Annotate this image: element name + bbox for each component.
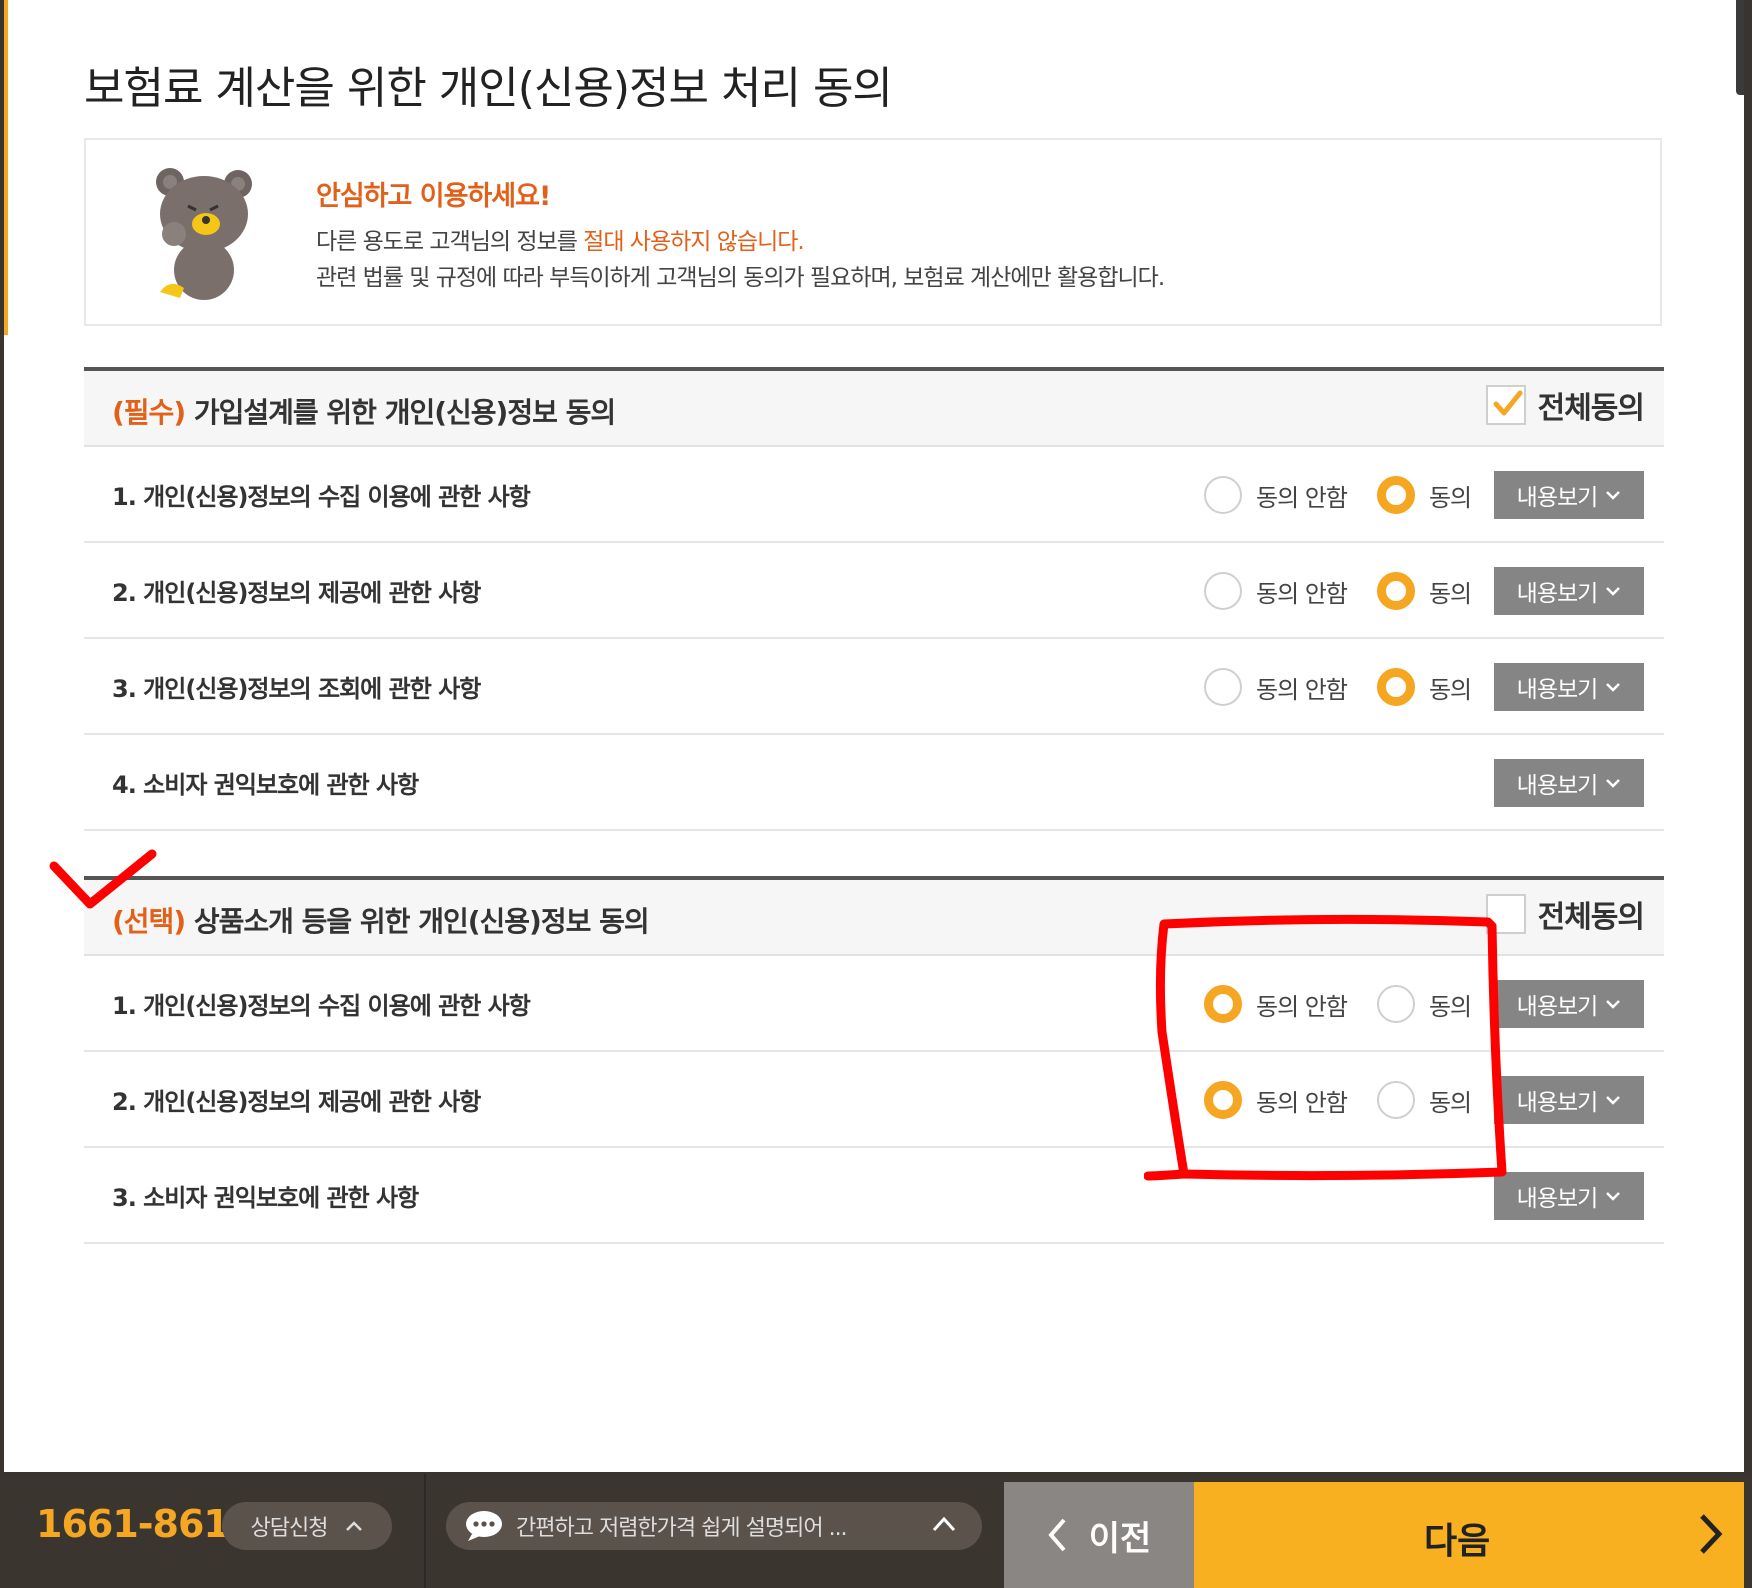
check-icon xyxy=(1493,390,1523,416)
section-title: (선택) 상품소개 등을 위한 개인(신용)정보 동의 xyxy=(112,900,650,940)
chevron-down-icon xyxy=(1606,491,1621,500)
annotation-checkmark xyxy=(49,849,157,909)
prev-button[interactable]: 이전 xyxy=(1004,1482,1194,1588)
disagree-radio[interactable]: 동의 안함 xyxy=(1204,668,1348,706)
disagree-radio[interactable]: 동의 안함 xyxy=(1204,476,1348,514)
chevron-right-icon xyxy=(1700,1514,1723,1554)
bottom-action-bar: 1661-8614 상담신청 간편하고 저렴한가격 쉽게 설명되어 ... 이전… xyxy=(0,1474,1752,1588)
page-title: 보험료 계산을 위한 개인(신용)정보 처리 동의 xyxy=(84,63,893,114)
notice-line2: 관련 법률 및 규정에 따라 부득이하게 고객님의 동의가 필요하며, 보험료 … xyxy=(316,265,1165,291)
agree-radio[interactable]: 동의 xyxy=(1376,572,1472,610)
bar-divider xyxy=(424,1474,426,1588)
consult-label: 상담신청 xyxy=(250,1516,329,1541)
view-label: 내용보기 xyxy=(1516,677,1599,703)
consent-row-label: 1. 개인(신용)정보의 수집 이용에 관한 사항 xyxy=(112,992,531,1020)
view-label: 내용보기 xyxy=(1516,485,1599,511)
notice-highlight: 절대 사용하지 않습니다. xyxy=(583,229,805,255)
chevron-up-icon xyxy=(932,1516,956,1532)
chevron-down-icon xyxy=(1606,779,1621,788)
agree-radio[interactable]: 동의 xyxy=(1376,476,1472,514)
left-accent-stripe xyxy=(4,0,8,335)
all-agree-label: 전체동의 xyxy=(1537,391,1645,426)
chevron-up-icon xyxy=(346,1521,363,1531)
chevron-down-icon xyxy=(1606,1192,1621,1201)
chevron-down-icon xyxy=(1606,683,1621,692)
consent-row-label: 4. 소비자 권익보호에 관한 사항 xyxy=(112,771,419,799)
agree-label: 동의 xyxy=(1428,579,1472,608)
view-label: 내용보기 xyxy=(1516,1186,1599,1212)
notice-heading: 안심하고 이용하세요! xyxy=(316,181,551,212)
chat-text: 간편하고 저렴한가격 쉽게 설명되어 ... xyxy=(516,1516,848,1541)
radio-circle-off[interactable] xyxy=(1204,572,1242,610)
consent-radio-group: 동의 안함 동의 xyxy=(1204,473,1472,517)
view-content-button[interactable]: 내용보기 xyxy=(1494,663,1644,711)
prev-label: 이전 xyxy=(1088,1518,1152,1559)
consult-request-button[interactable]: 상담신청 xyxy=(222,1502,392,1550)
section-title-text: 상품소개 등을 위한 개인(신용)정보 동의 xyxy=(185,905,650,938)
agree-label: 동의 xyxy=(1428,675,1472,704)
consent-page: 보험료 계산을 위한 개인(신용)정보 처리 동의 안심하고 이용하세요! 다른… xyxy=(4,0,1744,1472)
all-agree-label: 전체동의 xyxy=(1537,900,1645,935)
view-label: 내용보기 xyxy=(1516,581,1599,607)
section-tag: (필수) xyxy=(112,396,186,429)
section-title: (필수) 가입설계를 위한 개인(신용)정보 동의 xyxy=(112,391,616,431)
radio-circle-on[interactable] xyxy=(1376,668,1415,706)
chat-review-pill[interactable]: 간편하고 저렴한가격 쉽게 설명되어 ... xyxy=(446,1502,982,1550)
agree-label: 동의 xyxy=(1428,483,1472,512)
consent-row-label: 2. 개인(신용)정보의 제공에 관한 사항 xyxy=(112,579,481,607)
disagree-radio[interactable]: 동의 안함 xyxy=(1204,572,1348,610)
view-label: 내용보기 xyxy=(1516,994,1599,1020)
view-content-button[interactable]: 내용보기 xyxy=(1494,567,1644,615)
section-header: (필수) 가입설계를 위한 개인(신용)정보 동의 전체동의 xyxy=(84,367,1664,447)
consent-row: 3. 개인(신용)정보의 조회에 관한 사항 동의 안함 동의 내용보기 xyxy=(84,639,1664,735)
bear-mascot-icon xyxy=(156,168,252,300)
view-label: 내용보기 xyxy=(1516,1090,1599,1116)
consent-row-label: 3. 개인(신용)정보의 조회에 관한 사항 xyxy=(112,675,481,703)
disagree-label: 동의 안함 xyxy=(1256,675,1348,704)
notice-line1-text: 다른 용도로 고객님의 정보를 xyxy=(316,229,584,255)
chevron-down-icon xyxy=(1606,1096,1621,1105)
disagree-label: 동의 안함 xyxy=(1256,579,1348,608)
view-content-button[interactable]: 내용보기 xyxy=(1494,759,1644,807)
required-consent-section: (필수) 가입설계를 위한 개인(신용)정보 동의 전체동의 1. 개인(신용)… xyxy=(84,367,1664,831)
chevron-down-icon xyxy=(1606,587,1621,596)
consent-row-label: 2. 개인(신용)정보의 제공에 관한 사항 xyxy=(112,1088,481,1116)
radio-circle-off[interactable] xyxy=(1204,668,1242,706)
section-title-text: 가입설계를 위한 개인(신용)정보 동의 xyxy=(185,396,616,429)
view-label: 내용보기 xyxy=(1516,773,1599,799)
next-button[interactable]: 다음 xyxy=(1194,1482,1744,1588)
agree-radio[interactable]: 동의 xyxy=(1376,668,1472,706)
notice-line1: 다른 용도로 고객님의 정보를 절대 사용하지 않습니다. xyxy=(316,222,805,256)
notice-box: 안심하고 이용하세요! 다른 용도로 고객님의 정보를 절대 사용하지 않습니다… xyxy=(84,138,1662,326)
all-agree-checkbox[interactable] xyxy=(1485,385,1526,425)
required-all-agree[interactable]: 전체동의 xyxy=(1485,381,1645,429)
annotation-highlight-box xyxy=(1144,914,1507,1181)
consent-row: 4. 소비자 권익보호에 관한 사항 내용보기 xyxy=(84,735,1664,831)
radio-circle-on[interactable] xyxy=(1376,476,1415,514)
consent-row: 2. 개인(신용)정보의 제공에 관한 사항 동의 안함 동의 내용보기 xyxy=(84,543,1664,639)
consent-radio-group: 동의 안함 동의 xyxy=(1204,665,1472,709)
scrollbar-thumb[interactable] xyxy=(1736,0,1744,95)
chevron-left-icon xyxy=(1048,1518,1066,1552)
radio-circle-on[interactable] xyxy=(1376,572,1415,610)
consent-row-label: 1. 개인(신용)정보의 수집 이용에 관한 사항 xyxy=(112,483,531,511)
chevron-down-icon xyxy=(1606,1000,1621,1009)
chat-bubble-icon xyxy=(466,1511,502,1541)
radio-circle-off[interactable] xyxy=(1204,476,1242,514)
next-label: 다음 xyxy=(1424,1521,1491,1562)
view-content-button[interactable]: 내용보기 xyxy=(1494,471,1644,519)
consent-row-label: 3. 소비자 권익보호에 관한 사항 xyxy=(112,1184,419,1212)
consent-radio-group: 동의 안함 동의 xyxy=(1204,569,1472,613)
disagree-label: 동의 안함 xyxy=(1256,483,1348,512)
consent-row: 1. 개인(신용)정보의 수집 이용에 관한 사항 동의 안함 동의 내용보기 xyxy=(84,447,1664,543)
